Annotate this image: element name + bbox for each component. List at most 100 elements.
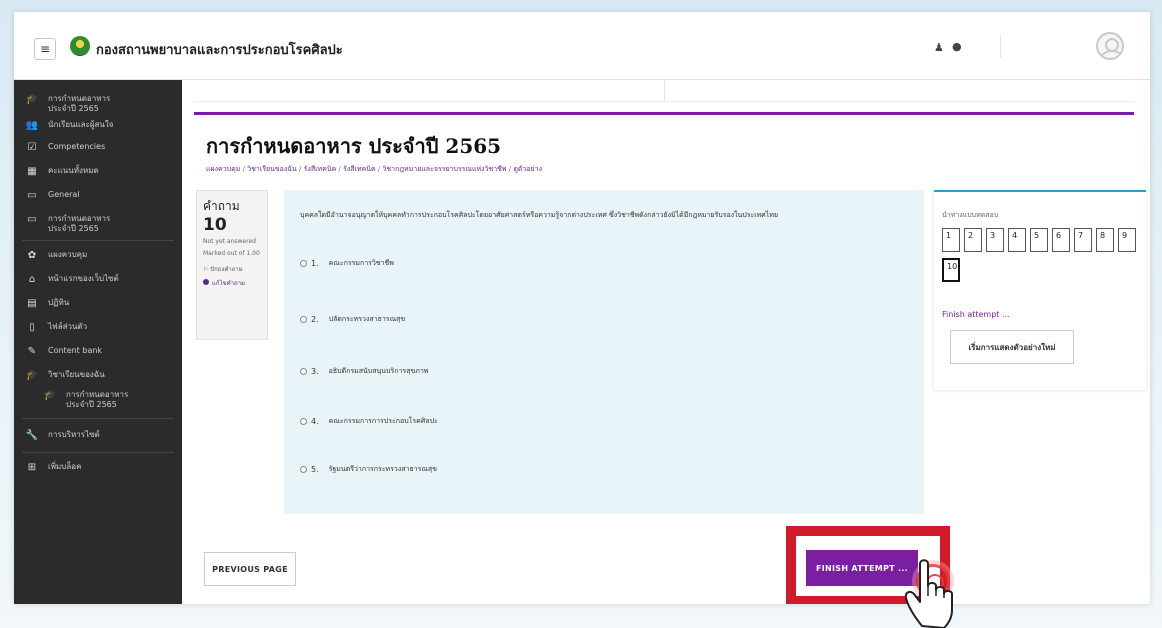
sidebar-item-private-files[interactable]: ▯ ไฟล์ส่วนตัว [14,322,182,334]
sidebar-item-label: แผงควบคุม [48,250,88,259]
sidebar-item-my-courses[interactable]: 🎓 วิชาเรียนของฉัน [14,370,182,382]
pencil-icon: ✎ [27,346,37,357]
breadcrumb-item[interactable]: ดูตัวอย่าง [513,165,542,173]
header-strip [194,80,1134,102]
question-text: บุคคลใดมีอำนาจอนุญาตให้บุคคลทำการประกอบโ… [300,211,778,219]
sidebar-item-calendar[interactable]: ▤ ปฏิทิน [14,298,182,310]
sidebar-item-my-course-1[interactable]: 🎓 การกำหนดอาหาร ประจำปี 2565 [14,390,182,410]
hamburger-icon[interactable]: ≡ [34,38,56,60]
quiz-nav-button[interactable]: 5 [1030,228,1048,252]
sidebar-drawer: 🎓 การกำหนดอาหาร ประจำปี 2565 👥 นักเรียนแ… [14,80,182,604]
answer-choice-5[interactable]: 5. รัฐมนตรีว่าการกระทรวงสาธารณสุข [300,464,437,475]
breadcrumb-item[interactable]: รังสีเทคนิค [304,165,337,173]
sidebar-item-label: คะแนนทั้งหมด [48,166,99,175]
plus-square-icon: ⊞ [27,462,37,473]
graduation-cap-icon: 🎓 [25,370,39,381]
quiz-nav-button[interactable]: 2 [964,228,982,252]
quiz-nav-button-current[interactable]: 10 [942,258,960,282]
answer-choice-4[interactable]: 4. คณะกรรมการการประกอบโรคศิลปะ [300,416,438,427]
sidebar-divider [22,418,174,419]
breadcrumb-item[interactable]: วิชาเรียนของฉัน [247,165,297,173]
sidebar-item-label: วิชาเรียนของฉัน [48,370,105,379]
radio-button[interactable] [300,316,307,323]
choice-label: อธิบดีกรมสนับสนุนบริการสุขภาพ [328,367,429,375]
quiz-nav-button[interactable]: 9 [1118,228,1136,252]
folder-icon: ▭ [27,190,37,201]
sidebar-item-label: การบริหารไซต์ [48,430,100,439]
quiz-nav-button[interactable]: 1 [942,228,960,252]
gear-icon [203,279,209,285]
edit-question-link[interactable]: แก้ไขคำถาม [203,278,261,288]
sidebar-item-label: Competencies [48,142,106,151]
answer-choice-2[interactable]: 2. ปลัดกระทรวงสาธารณสุข [300,314,405,325]
answer-choice-3[interactable]: 3. อธิบดีกรมสนับสนุนบริการสุขภาพ [300,366,428,377]
radio-button[interactable] [300,466,307,473]
sidebar-item-add-block[interactable]: ⊞ เพิ่มบล็อค [14,462,182,474]
navbar-divider [1000,34,1001,58]
choice-label: คณะกรรมการวิชาชีพ [328,259,394,267]
graduation-cap-icon: 🎓 [43,390,57,401]
choice-label: รัฐมนตรีว่าการกระทรวงสาธารณสุข [328,465,437,473]
quiz-navigation-title: นำทางแบบทดสอบ [942,211,999,219]
quiz-nav-button[interactable]: 4 [1008,228,1026,252]
folder-icon: ▭ [27,214,37,225]
sidebar-item-participants[interactable]: 👥 นักเรียนและผู้สนใจ [14,120,182,132]
quiz-nav-button[interactable]: 6 [1052,228,1070,252]
question-status: Not yet answered [203,238,256,245]
sidebar-item-label: General [48,190,80,199]
wrench-icon: 🔧 [25,430,39,441]
radio-button[interactable] [300,368,307,375]
quiz-nav-button[interactable]: 8 [1096,228,1114,252]
quiz-nav-button[interactable]: 3 [986,228,1004,252]
sidebar-divider [22,240,174,241]
sidebar-item-label: ปฏิทิน [48,298,70,307]
answer-choice-1[interactable]: 1. คณะกรรมการวิชาชีพ [300,258,394,269]
sidebar-divider [22,452,174,453]
sidebar-item-competencies[interactable]: ☑ Competencies [14,142,182,154]
home-icon: ⌂ [28,274,36,285]
checkbox-icon: ☑ [27,142,37,153]
breadcrumb-item[interactable]: รังสีเทคนิค [343,165,376,173]
sidebar-item-label: นักเรียนและผู้สนใจ [48,120,114,129]
quiz-nav-button[interactable]: 7 [1074,228,1092,252]
accent-bar [194,112,1134,115]
chat-icon[interactable]: ● [952,40,962,53]
sidebar-item-general[interactable]: ▭ General [14,190,182,202]
user-avatar-icon[interactable] [1096,32,1124,60]
radio-button[interactable] [300,418,307,425]
page-title: การกำหนดอาหาร ประจำปี 2565 [206,134,502,158]
moodle-window: ≡ กองสถานพยาบาลและการประกอบโรคศิลปะ ♟ ● … [14,12,1150,604]
header-strip-divider [664,80,665,102]
breadcrumb-item[interactable]: วิชากฎหมายและจรรยาบรรณแห่งวิชาชีพ [382,165,506,173]
flag-question-link[interactable]: ⚐ ปักธงคำถาม [203,264,261,274]
site-logo[interactable] [70,36,90,56]
sidebar-item-content-bank[interactable]: ✎ Content bank [14,346,182,358]
sidebar-item-dashboard[interactable]: ✿ แผงควบคุม [14,250,182,262]
question-info: คำถาม 10 Not yet answered Marked out of … [196,190,268,340]
finish-attempt-link[interactable]: Finish attempt ... [942,310,1010,319]
sidebar-item-section[interactable]: ▭ การกำหนดอาหาร ประจำปี 2565 [14,214,182,234]
users-icon: 👥 [25,120,39,131]
question-marks: Marked out of 1.00 [203,250,260,257]
sidebar-item-label: เพิ่มบล็อค [48,462,82,471]
sidebar-item-label: การกำหนดอาหาร ประจำปี 2565 [48,214,111,233]
sidebar-item-label: หน้าแรกของเว็บไซต์ [48,274,119,283]
question-label: คำถาม [203,199,240,213]
previous-page-button[interactable]: PREVIOUS PAGE [204,552,296,586]
bell-icon[interactable]: ♟ [934,41,944,54]
start-new-preview-button[interactable]: เริ่มการแสดงตัวอย่างใหม่ [950,330,1074,364]
top-navbar: ≡ กองสถานพยาบาลและการประกอบโรคศิลปะ ♟ ● [14,12,1150,80]
sidebar-item-site-admin[interactable]: 🔧 การบริหารไซต์ [14,430,182,442]
breadcrumb-item[interactable]: แผงควบคุม [206,165,240,173]
site-name[interactable]: กองสถานพยาบาลและการประกอบโรคศิลปะ [96,39,343,60]
radio-button[interactable] [300,260,307,267]
dashboard-icon: ✿ [27,250,37,261]
sidebar-item-label: การกำหนดอาหาร ประจำปี 2565 [66,390,129,409]
grades-icon: ▦ [27,166,37,177]
sidebar-item-home[interactable]: ⌂ หน้าแรกของเว็บไซต์ [14,274,182,286]
sidebar-item-grades[interactable]: ▦ คะแนนทั้งหมด [14,166,182,178]
sidebar-item-label: การกำหนดอาหาร ประจำปี 2565 [48,94,111,113]
breadcrumb: แผงควบคุม / วิชาเรียนของฉัน / รังสีเทคนิ… [206,165,542,173]
file-icon: ▯ [29,322,35,333]
sidebar-item-course[interactable]: 🎓 การกำหนดอาหาร ประจำปี 2565 [14,94,182,114]
